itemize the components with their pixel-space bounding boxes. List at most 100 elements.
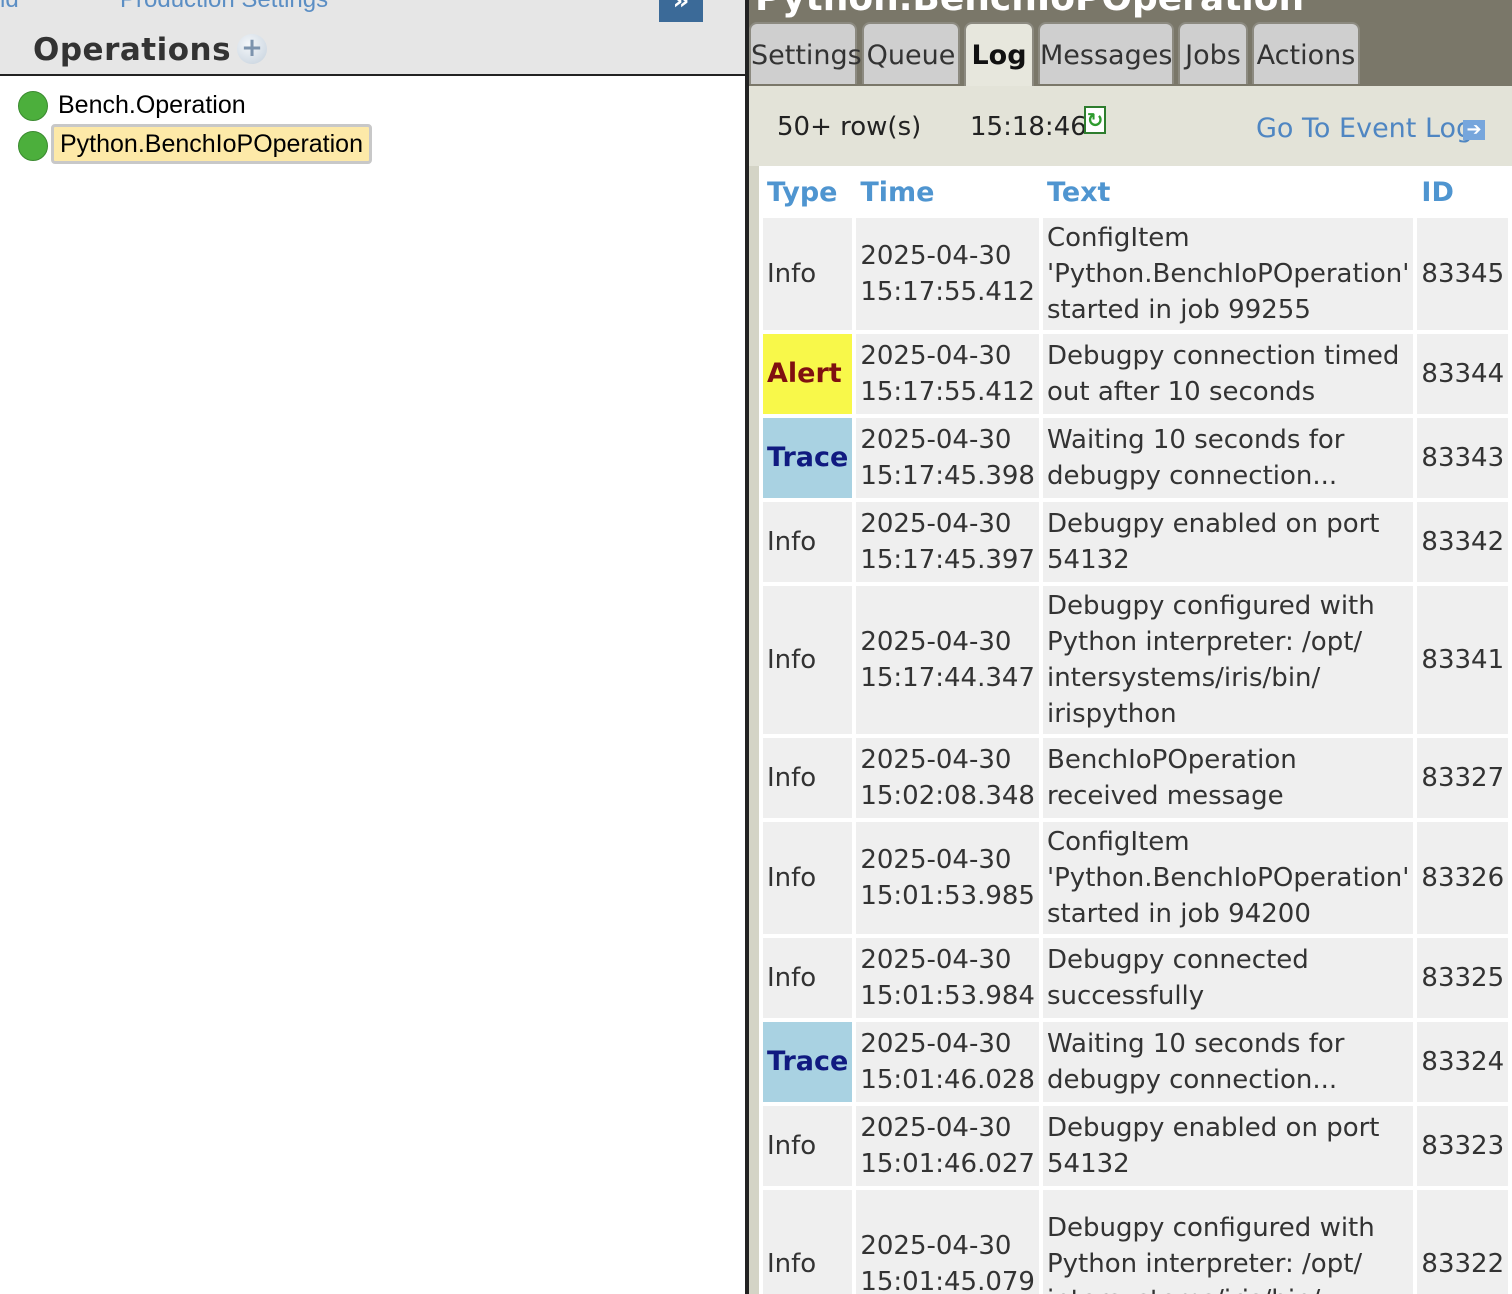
production-settings-link[interactable]: Production Settings [120,0,328,14]
go-to-event-log-link[interactable]: Go To Event Log [1256,113,1473,144]
log-rows: Info 2025-04-30 15:17:55.412 ConfigItem 'Py… [763,218,1509,1294]
tab-actions[interactable]: Actions [1252,22,1360,84]
log-type-cell: Info [763,218,853,330]
log-row[interactable]: Info 2025-04-30 15:01:45.079 Debugpy config… [763,1190,1509,1294]
log-time-cell: 2025-04-30 15:01:53.984 [856,938,1039,1018]
tab-queue[interactable]: Queue [862,22,960,84]
log-id-cell[interactable]: 83322 [1417,1190,1509,1294]
log-id-cell[interactable]: 83326 [1417,822,1509,934]
log-text-cell: Debugpy configured with Python interpret… [1042,1190,1414,1294]
log-date: 2025-04-30 [860,425,1012,455]
log-time: 15:01:53.985 [860,881,1035,911]
log-date: 2025-04-30 [860,845,1012,875]
log-row[interactable]: Trace 2025-04-30 15:01:46.028 Waiting 10 se… [763,1022,1509,1102]
log-id-cell[interactable]: 83341 [1417,586,1509,734]
top-link-truncated[interactable]: ld [0,0,19,14]
log-text-cell: ConfigItem 'Python.BenchIoPOperation' st… [1042,218,1414,330]
log-row[interactable]: Info 2025-04-30 15:17:44.347 Debugpy config… [763,586,1509,734]
log-date: 2025-04-30 [860,1029,1012,1059]
column-header-text[interactable]: Text [1043,170,1413,214]
log-row[interactable]: Info 2025-04-30 15:01:53.984 Debugpy connec… [763,938,1509,1018]
log-id-cell[interactable]: 83344 [1417,334,1509,414]
operations-header: Operations + [0,22,745,76]
log-text-cell: Debugpy configured with Python interpret… [1042,586,1414,734]
log-row[interactable]: Info 2025-04-30 15:02:08.348 BenchIoPOperat… [763,738,1509,818]
collapse-pane-button[interactable]: » [659,0,703,22]
column-header-type[interactable]: Type [763,170,852,214]
tab-log[interactable]: Log [964,22,1034,88]
row-count: 50+ row(s) [777,112,922,142]
top-link-bar: ld Production Settings » [0,0,745,22]
log-time: 15:01:46.027 [860,1149,1035,1179]
log-text-cell: BenchIoPOperation received message [1042,738,1414,818]
log-row[interactable]: Info 2025-04-30 15:17:45.397 Debugpy enable… [763,502,1509,582]
detail-title-bar: Python.BenchIoPOperation [749,0,1512,22]
log-time: 15:02:08.348 [860,781,1035,811]
log-type-cell: Alert [763,334,853,414]
log-time: 15:17:55.412 [860,377,1035,407]
log-date: 2025-04-30 [860,945,1012,975]
refresh-time: 15:18:46 [970,112,1087,142]
log-text-cell: Debugpy enabled on port 54132 [1042,1106,1414,1186]
log-time-cell: 2025-04-30 15:17:55.412 [856,334,1039,414]
log-type-cell: Info [763,738,853,818]
column-header-time[interactable]: Time [856,170,1039,214]
add-operation-button[interactable]: + [237,34,267,64]
log-text-cell: Waiting 10 seconds for debugpy connectio… [1042,418,1414,498]
detail-title: Python.BenchIoPOperation [755,0,1304,19]
plus-icon: + [241,33,263,63]
configuration-pane: ld Production Settings » Operations + Be… [0,0,745,1294]
log-date: 2025-04-30 [860,627,1012,657]
log-row[interactable]: Info 2025-04-30 15:01:53.985 ConfigItem 'Py… [763,822,1509,934]
log-type-cell: Info [763,938,853,1018]
log-time-cell: 2025-04-30 15:01:53.985 [856,822,1039,934]
log-time-cell: 2025-04-30 15:17:45.398 [856,418,1039,498]
log-date: 2025-04-30 [860,1231,1012,1261]
log-time: 15:17:44.347 [860,663,1035,693]
log-text-cell: Debugpy connection timed out after 10 se… [1042,334,1414,414]
log-date: 2025-04-30 [860,341,1012,371]
log-type-cell: Info [763,1190,853,1294]
log-table-container[interactable]: Type Time Text ID Info 2025-04-30 15:17:55… [759,166,1512,1294]
operations-title: Operations [33,32,232,68]
log-id-cell[interactable]: 83327 [1417,738,1509,818]
log-id-cell[interactable]: 83324 [1417,1022,1509,1102]
log-id-cell[interactable]: 83345 [1417,218,1509,330]
log-time: 15:01:45.079 [860,1267,1035,1294]
log-type-cell: Info [763,502,853,582]
log-type-cell: Trace [763,1022,853,1102]
log-row[interactable]: Trace 2025-04-30 15:17:45.398 Waiting 10 se… [763,418,1509,498]
log-id-cell[interactable]: 83342 [1417,502,1509,582]
log-time: 15:17:45.397 [860,545,1035,575]
log-text-cell: Debugpy enabled on port 54132 [1042,502,1414,582]
log-time-cell: 2025-04-30 15:01:46.027 [856,1106,1039,1186]
tab-settings[interactable]: Settings [749,22,862,84]
refresh-icon[interactable]: ↻ [1084,106,1106,134]
log-row[interactable]: Info 2025-04-30 15:01:46.027 Debugpy enable… [763,1106,1509,1186]
tab-jobs[interactable]: Jobs [1178,22,1248,84]
log-time: 15:17:55.412 [860,277,1035,307]
log-row[interactable]: Alert 2025-04-30 15:17:55.412 Debugpy conne… [763,334,1509,414]
log-text-cell: ConfigItem 'Python.BenchIoPOperation' st… [1042,822,1414,934]
log-id-cell[interactable]: 83325 [1417,938,1509,1018]
operation-label: Bench.Operation [58,91,246,119]
log-row[interactable]: Info 2025-04-30 15:17:55.412 ConfigItem 'Py… [763,218,1509,330]
log-time-cell: 2025-04-30 15:02:08.348 [856,738,1039,818]
log-text-cell: Debugpy connected successfully [1042,938,1414,1018]
log-date: 2025-04-30 [860,745,1012,775]
log-time-cell: 2025-04-30 15:01:45.079 [856,1190,1039,1294]
arrow-right-icon[interactable]: ➔ [1463,120,1485,140]
log-type-cell: Info [763,822,853,934]
double-chevron-icon: » [672,0,690,16]
log-type-cell: Trace [763,418,853,498]
log-time-cell: 2025-04-30 15:17:44.347 [856,586,1039,734]
log-id-cell[interactable]: 83323 [1417,1106,1509,1186]
log-id-cell[interactable]: 83343 [1417,418,1509,498]
column-header-id[interactable]: ID [1417,170,1508,214]
log-date: 2025-04-30 [860,509,1012,539]
status-ok-icon [18,131,48,161]
log-date: 2025-04-30 [860,241,1012,271]
log-info-bar: 50+ row(s) 15:18:46 ↻ Go To Event Log ➔ [749,86,1512,166]
log-time: 15:01:46.028 [860,1065,1035,1095]
tab-messages[interactable]: Messages [1038,22,1174,84]
